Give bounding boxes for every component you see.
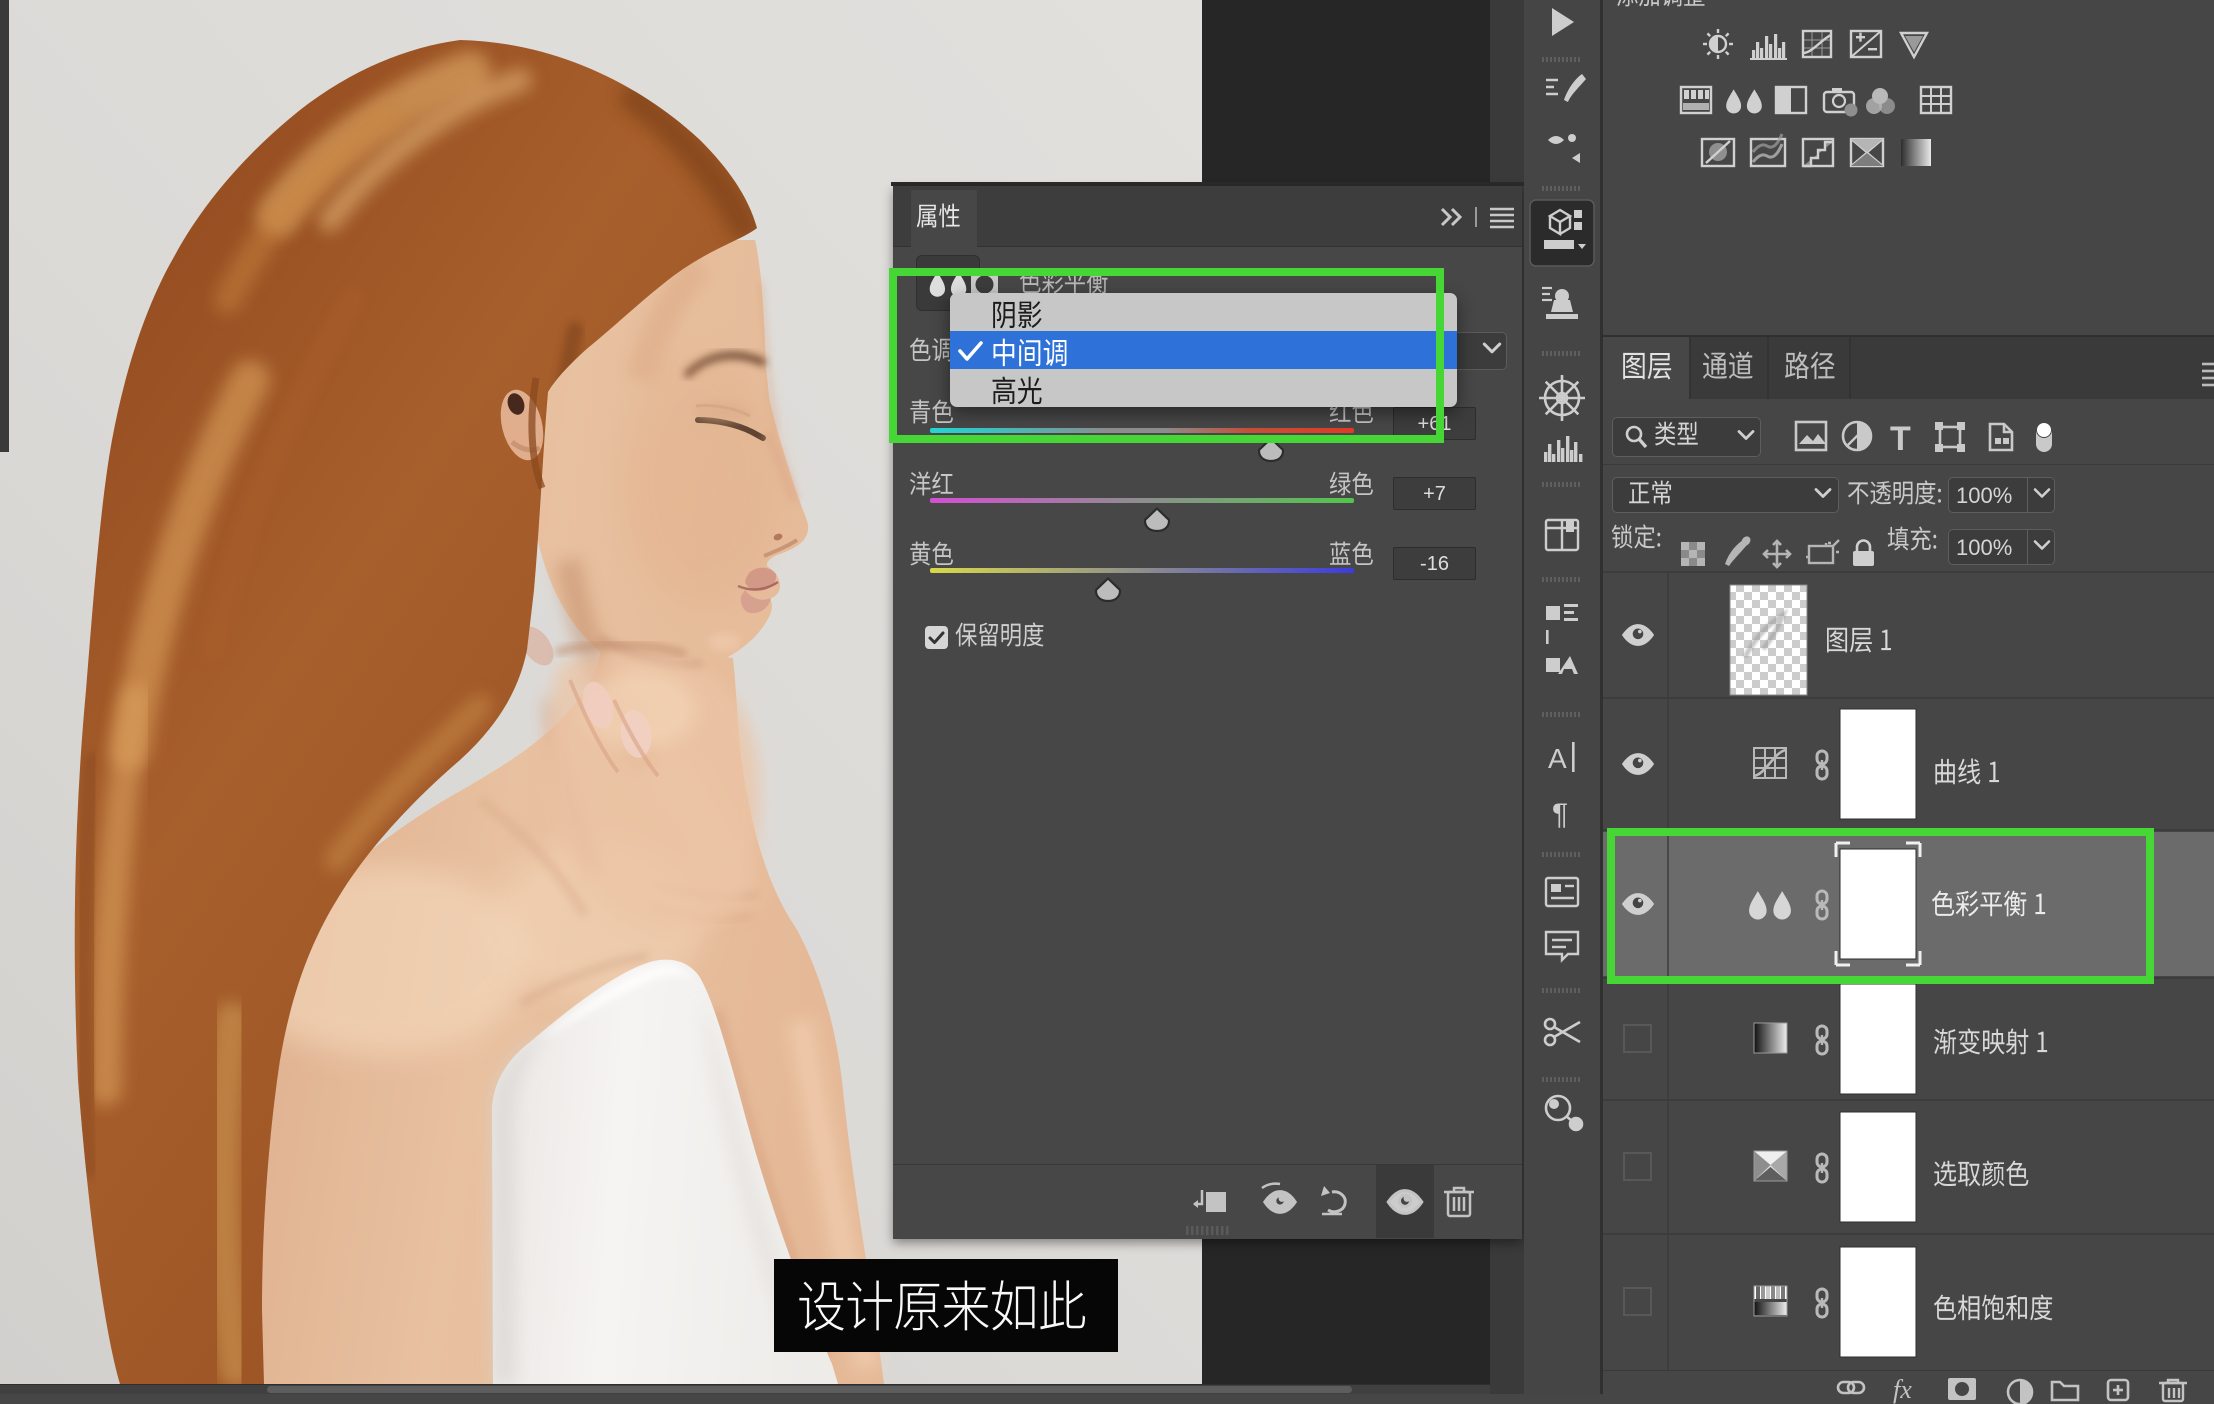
svg-text:fx: fx: [1893, 1375, 1912, 1404]
